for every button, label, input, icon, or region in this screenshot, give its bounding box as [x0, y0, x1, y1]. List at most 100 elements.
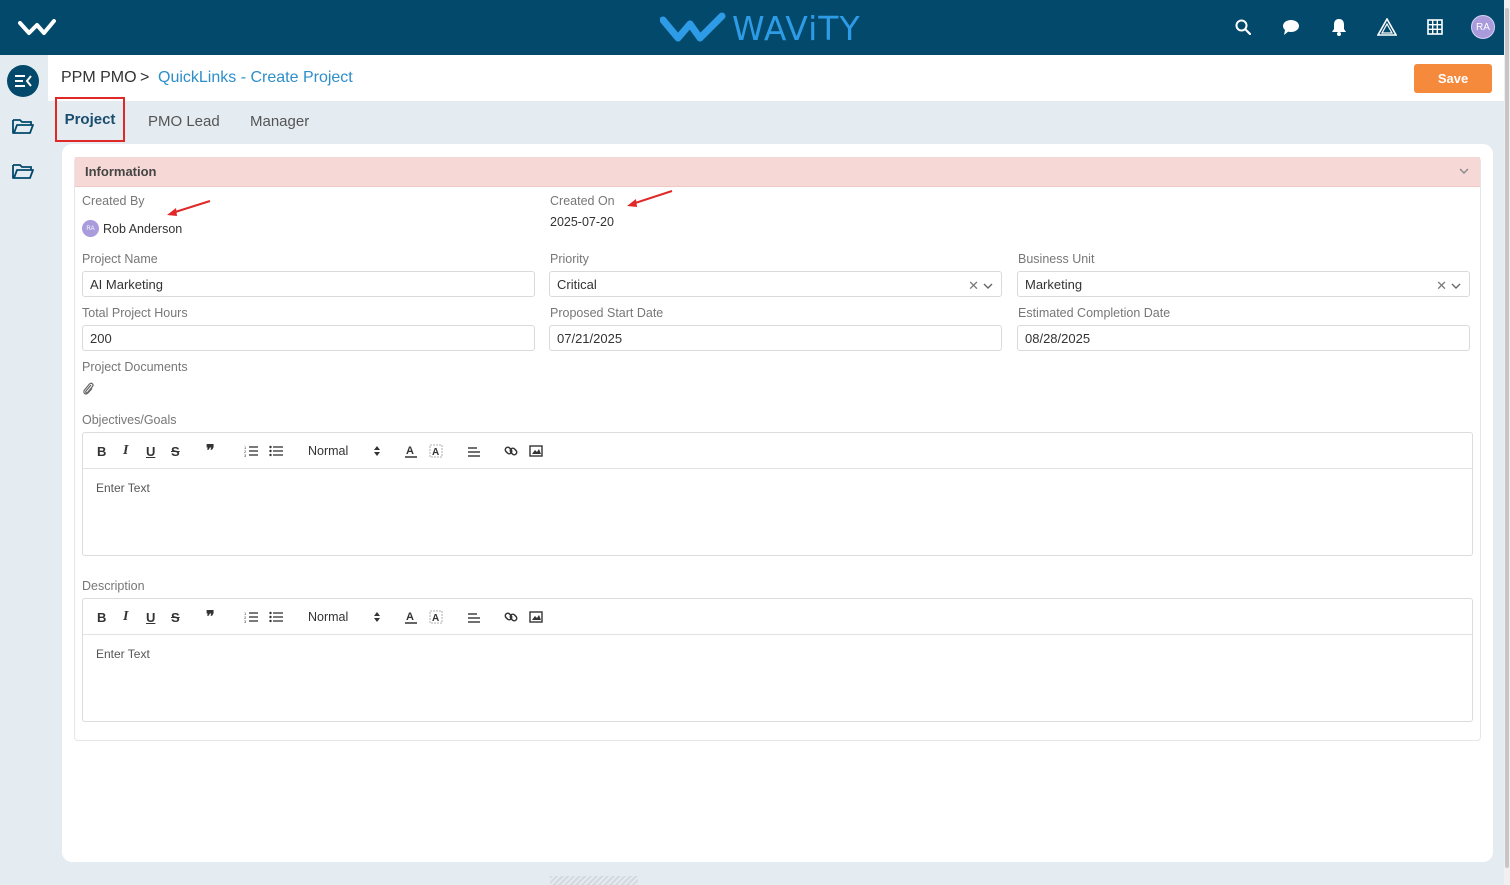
text-color-icon[interactable]: A	[405, 609, 417, 625]
svg-text:A: A	[432, 447, 439, 458]
chevron-down-icon[interactable]	[1451, 282, 1461, 290]
business-unit-value: Marketing	[1025, 276, 1083, 292]
format-select[interactable]: Normal	[308, 443, 348, 459]
sidebar	[0, 55, 48, 885]
strikethrough-icon[interactable]: S	[171, 609, 180, 625]
total-hours-value: 200	[90, 330, 112, 346]
project-name-value: AI Marketing	[90, 276, 163, 292]
bullet-list-icon[interactable]	[269, 443, 283, 459]
section-header[interactable]: Information	[75, 157, 1480, 187]
completion-date-label: Estimated Completion Date	[1018, 306, 1171, 320]
description-label: Description	[82, 579, 145, 593]
user-avatar[interactable]: RA	[1470, 14, 1496, 40]
annotation-arrow-icon	[627, 190, 673, 207]
bullet-list-icon[interactable]	[269, 609, 283, 625]
home-logo-icon[interactable]	[18, 17, 56, 39]
ordered-list-icon[interactable]: 123	[244, 609, 258, 625]
chat-icon[interactable]	[1278, 14, 1304, 40]
tab-manager[interactable]: Manager	[250, 113, 309, 130]
tab-project-label: Project	[64, 111, 116, 128]
breadcrumb-root[interactable]: PPM PMO	[61, 69, 137, 87]
avatar: RA	[82, 220, 99, 237]
total-hours-field[interactable]: 200	[82, 325, 535, 351]
editor-toolbar: B I U S ❞ 123 Normal A A	[83, 599, 1472, 635]
completion-date-value: 08/28/2025	[1025, 330, 1091, 346]
blockquote-icon[interactable]: ❞	[206, 609, 215, 626]
select-arrows-icon[interactable]	[373, 609, 381, 625]
project-name-field[interactable]: AI Marketing	[82, 271, 535, 297]
priority-label: Priority	[550, 252, 589, 266]
text-color-icon[interactable]: A	[405, 443, 417, 459]
description-placeholder: Enter Text	[96, 647, 150, 661]
chevron-down-icon[interactable]	[983, 282, 993, 290]
objectives-label: Objectives/Goals	[82, 413, 177, 427]
image-icon[interactable]	[529, 609, 543, 625]
created-by-value: Rob Anderson	[103, 222, 183, 236]
created-on-value: 2025-07-20	[550, 215, 614, 229]
created-on-label: Created On	[550, 194, 615, 208]
chevron-down-icon[interactable]	[1458, 165, 1470, 177]
underline-icon[interactable]: U	[146, 443, 155, 459]
save-button[interactable]: Save	[1414, 64, 1492, 93]
avatar-initials: RA	[1471, 15, 1495, 39]
grid-icon[interactable]	[1422, 14, 1448, 40]
background-color-icon[interactable]: A	[429, 609, 443, 625]
image-icon[interactable]	[529, 443, 543, 459]
tab-project[interactable]: Project	[55, 97, 125, 142]
top-bar: WAViTY RA	[0, 0, 1510, 55]
svg-text:3: 3	[244, 453, 247, 457]
editor-toolbar: B I U S ❞ 123 Normal A A	[83, 433, 1472, 469]
italic-icon[interactable]: I	[123, 609, 128, 625]
select-arrows-icon[interactable]	[373, 443, 381, 459]
bold-icon[interactable]: B	[97, 609, 106, 625]
align-icon[interactable]	[467, 443, 481, 459]
clear-icon[interactable]: ✕	[968, 278, 979, 294]
strikethrough-icon[interactable]: S	[171, 443, 180, 459]
project-documents-label: Project Documents	[82, 360, 188, 374]
folder-icon[interactable]	[12, 117, 34, 135]
breadcrumb-separator: >	[140, 69, 150, 86]
svg-text:A: A	[406, 445, 414, 457]
search-icon[interactable]	[1230, 14, 1256, 40]
wavity-logo-icon	[660, 12, 726, 42]
breadcrumb-current[interactable]: QuickLinks - Create Project	[158, 69, 353, 87]
created-by-label: Created By	[82, 194, 145, 208]
start-date-field[interactable]: 07/21/2025	[549, 325, 1002, 351]
clear-icon[interactable]: ✕	[1436, 278, 1447, 294]
brand-name: WAViTY	[732, 8, 861, 48]
link-icon[interactable]	[504, 609, 518, 625]
bell-icon[interactable]	[1326, 14, 1352, 40]
ordered-list-icon[interactable]: 123	[244, 443, 258, 459]
svg-text:A: A	[406, 611, 414, 623]
sidebar-toggle-icon[interactable]	[7, 65, 39, 97]
italic-icon[interactable]: I	[123, 443, 128, 459]
breadcrumb: PPM PMO > QuickLinks - Create Project Sa…	[48, 55, 1504, 101]
bold-icon[interactable]: B	[97, 443, 106, 459]
underline-icon[interactable]: U	[146, 609, 155, 625]
warning-icon[interactable]	[1374, 14, 1400, 40]
tab-pmo-lead[interactable]: PMO Lead	[148, 113, 220, 130]
resize-handle[interactable]	[550, 876, 638, 885]
business-unit-select[interactable]: Marketing ✕	[1017, 271, 1470, 297]
background-color-icon[interactable]: A	[429, 443, 443, 459]
objectives-editor[interactable]: B I U S ❞ 123 Normal A A Enter Text	[82, 432, 1473, 556]
objectives-placeholder: Enter Text	[96, 481, 150, 495]
description-editor[interactable]: B I U S ❞ 123 Normal A A Enter Text	[82, 598, 1473, 722]
blockquote-icon[interactable]: ❞	[206, 443, 215, 460]
folder-icon[interactable]	[12, 162, 34, 180]
align-icon[interactable]	[467, 609, 481, 625]
start-date-label: Proposed Start Date	[550, 306, 664, 320]
link-icon[interactable]	[504, 443, 518, 459]
brand-logo: WAViTY	[660, 8, 861, 48]
paperclip-icon[interactable]	[82, 381, 94, 395]
scrollbar-thumb[interactable]	[1505, 8, 1509, 868]
priority-value: Critical	[557, 276, 597, 292]
page-scrollbar[interactable]	[1504, 0, 1510, 885]
completion-date-field[interactable]: 08/28/2025	[1017, 325, 1470, 351]
business-unit-label: Business Unit	[1018, 252, 1095, 266]
annotation-arrow-icon	[167, 200, 211, 216]
format-select[interactable]: Normal	[308, 609, 348, 625]
priority-select[interactable]: Critical ✕	[549, 271, 1002, 297]
section-title: Information	[85, 164, 157, 179]
svg-text:3: 3	[244, 619, 247, 623]
